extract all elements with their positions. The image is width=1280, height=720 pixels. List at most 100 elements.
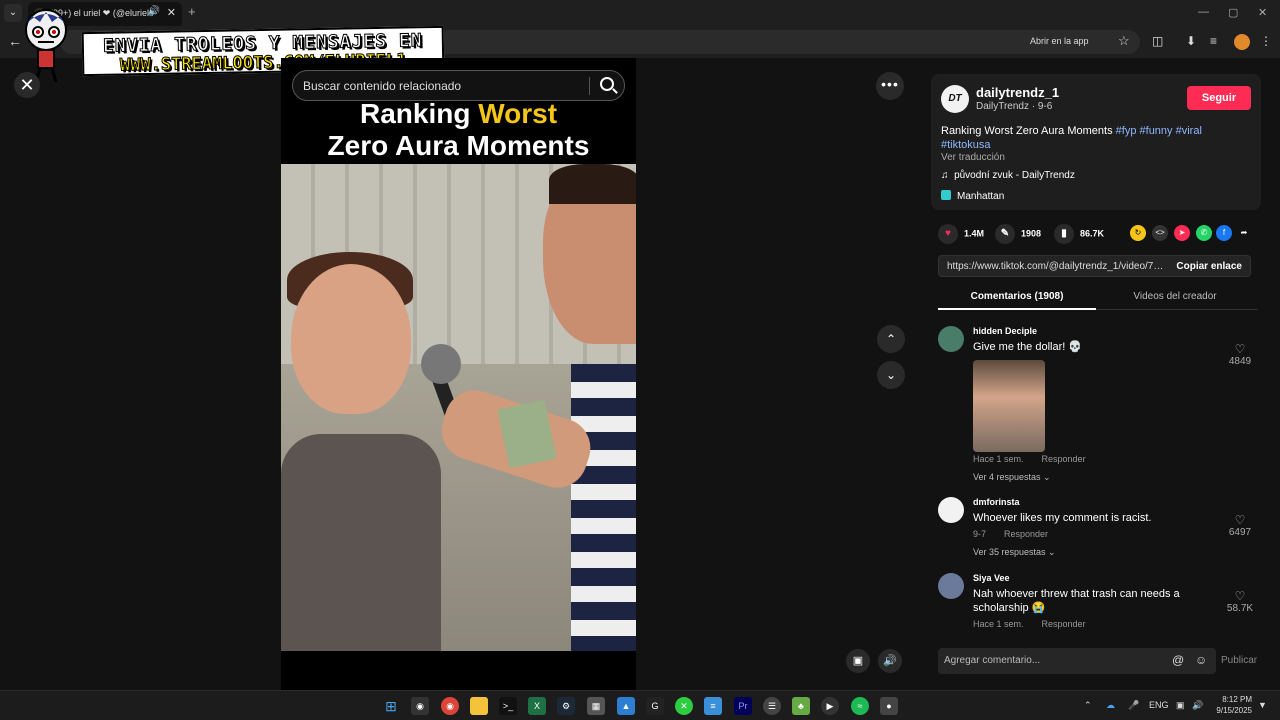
reading-list-icon[interactable]: ≡ bbox=[1210, 34, 1217, 48]
commenter-name[interactable]: Siya Vee bbox=[973, 573, 1010, 583]
obs-icon[interactable]: ● bbox=[880, 697, 898, 715]
reply-button[interactable]: Responder bbox=[1004, 529, 1048, 539]
excel-icon[interactable]: X bbox=[528, 697, 546, 715]
bluetooth-icon[interactable]: ☁ bbox=[1106, 700, 1115, 711]
volume-icon[interactable]: 🔊 bbox=[878, 649, 902, 673]
commenter-name[interactable]: dmforinsta bbox=[973, 497, 1020, 507]
related-search-input[interactable]: Buscar contenido relacionado bbox=[292, 70, 625, 101]
hashtag-tiktokusa[interactable]: #tiktokusa bbox=[941, 139, 991, 151]
reply-button[interactable]: Responder bbox=[1042, 619, 1086, 629]
steam-icon[interactable]: ⚙ bbox=[557, 697, 575, 715]
next-video-button[interactable]: ⌄ bbox=[877, 361, 905, 389]
maximize-button[interactable]: ▢ bbox=[1228, 6, 1238, 19]
chrome-icon[interactable]: ◉ bbox=[441, 697, 459, 715]
copy-link-button[interactable]: Copiar enlace bbox=[1176, 261, 1242, 272]
like-stat[interactable]: ♥ 1.4M bbox=[938, 224, 984, 244]
facebook-icon[interactable]: f bbox=[1216, 225, 1232, 241]
spotify-icon[interactable]: ≈ bbox=[851, 697, 869, 715]
tab-audio-icon[interactable]: 🔊 bbox=[148, 6, 160, 17]
search-divider bbox=[589, 77, 590, 95]
tab-close-icon[interactable]: ✕ bbox=[167, 6, 176, 19]
publish-button[interactable]: Publicar bbox=[1221, 655, 1257, 666]
download-icon[interactable]: ⬇ bbox=[1186, 34, 1196, 48]
hashtag-viral[interactable]: #viral bbox=[1176, 125, 1202, 137]
comment-like[interactable]: ♡ 4849 bbox=[1220, 342, 1260, 367]
photos-icon[interactable]: ▲ bbox=[617, 697, 635, 715]
calculator-icon[interactable]: ▦ bbox=[587, 697, 605, 715]
comment-like[interactable]: ♡ 58.7K bbox=[1220, 589, 1260, 614]
share-link-url[interactable]: https://www.tiktok.com/@dailytrendz_1/vi… bbox=[947, 261, 1167, 272]
view-replies-button[interactable]: Ver 35 respuestas ⌄ bbox=[973, 547, 1056, 558]
notification-icon[interactable]: ▼ bbox=[1258, 700, 1267, 710]
music-row[interactable]: ♫ původní zvuk - DailyTrendz bbox=[941, 170, 1075, 181]
comment-input[interactable]: Agregar comentario... @ ☺ bbox=[938, 648, 1216, 674]
extensions-icon[interactable]: ◫ bbox=[1152, 34, 1163, 48]
reply-button[interactable]: Responder bbox=[1042, 454, 1086, 464]
translate-link[interactable]: Ver traducción bbox=[941, 152, 1005, 163]
pip-icon[interactable]: ▣ bbox=[846, 649, 870, 673]
menu-icon[interactable]: ⋮ bbox=[1260, 34, 1272, 48]
follow-button[interactable]: Seguir bbox=[1187, 86, 1251, 110]
taskbar: ⊞ ◉ ◉ >_ X ⚙ ▦ ▲ G ✕ ≡ Pr ☰ ♣ ▶ ≈ ● ⌃ ☁ … bbox=[0, 690, 1280, 720]
comment-icon[interactable]: ✎ bbox=[995, 224, 1015, 244]
location-row[interactable]: Manhattan bbox=[941, 190, 1004, 202]
location-label: Manhattan bbox=[957, 191, 1005, 202]
game-icon[interactable]: ♣ bbox=[792, 697, 810, 715]
comment-stat[interactable]: ✎ 1908 bbox=[995, 224, 1041, 244]
media-player-icon[interactable]: ▶ bbox=[821, 697, 839, 715]
heart-outline-icon[interactable]: ♡ bbox=[1220, 589, 1260, 603]
commenter-avatar[interactable] bbox=[938, 573, 964, 599]
save-stat[interactable]: ▮ 86.7K bbox=[1054, 224, 1104, 244]
bookmark-icon[interactable]: ▮ bbox=[1054, 224, 1074, 244]
commenter-name[interactable]: hidden Deciple bbox=[973, 326, 1037, 336]
send-icon[interactable]: ➤ bbox=[1174, 225, 1190, 241]
audio-app-icon[interactable]: ☰ bbox=[763, 697, 781, 715]
comment-meta: Hace 1 sem. Responder bbox=[973, 619, 1104, 629]
embed-icon[interactable]: <> bbox=[1152, 225, 1168, 241]
open-in-app-button[interactable]: Abrir en la app bbox=[1030, 36, 1089, 46]
hashtag-funny[interactable]: #funny bbox=[1140, 125, 1173, 137]
close-window-button[interactable]: ✕ bbox=[1258, 6, 1267, 19]
minimize-button[interactable]: — bbox=[1198, 6, 1209, 18]
comment-like[interactable]: ♡ 6497 bbox=[1220, 513, 1260, 538]
hashtag-fyp[interactable]: #fyp bbox=[1116, 125, 1137, 137]
folder-icon[interactable] bbox=[470, 697, 488, 715]
share-arrow-icon[interactable]: ➦ bbox=[1236, 225, 1252, 241]
premiere-icon[interactable]: Pr bbox=[734, 697, 752, 715]
search-icon[interactable] bbox=[600, 77, 614, 91]
microphone-icon[interactable]: 🎤 bbox=[1128, 700, 1139, 711]
xbox-icon[interactable]: ✕ bbox=[675, 697, 693, 715]
commenter-avatar[interactable] bbox=[938, 326, 964, 352]
close-viewer-button[interactable]: ✕ bbox=[14, 72, 40, 98]
more-options-button[interactable]: ••• bbox=[876, 72, 904, 100]
previous-video-button[interactable]: ⌃ bbox=[877, 325, 905, 353]
repost-icon[interactable]: ↻ bbox=[1130, 225, 1146, 241]
view-replies-button[interactable]: Ver 4 respuestas ⌄ bbox=[973, 472, 1051, 483]
tab-comments[interactable]: Comentarios (1908) bbox=[938, 291, 1096, 310]
network-icon[interactable]: ▣ bbox=[1176, 700, 1185, 711]
tray-chevron-icon[interactable]: ⌃ bbox=[1084, 700, 1092, 711]
bookmark-star-icon[interactable]: ☆ bbox=[1118, 33, 1130, 49]
profile-avatar[interactable] bbox=[1234, 34, 1250, 50]
video-player[interactable]: Buscar contenido relacionado Ranking Wor… bbox=[281, 58, 636, 690]
notepad-icon[interactable]: ≡ bbox=[704, 697, 722, 715]
terminal-icon[interactable]: >_ bbox=[499, 697, 517, 715]
heart-outline-icon[interactable]: ♡ bbox=[1220, 513, 1260, 527]
mention-icon[interactable]: @ bbox=[1172, 653, 1184, 667]
capcut-icon[interactable]: G bbox=[646, 697, 664, 715]
emoji-icon[interactable]: ☺ bbox=[1195, 653, 1207, 667]
language-indicator[interactable]: ENG bbox=[1149, 700, 1169, 710]
creator-avatar[interactable]: DT bbox=[941, 85, 969, 113]
creator-username[interactable]: dailytrendz_1 bbox=[976, 85, 1059, 100]
heart-icon[interactable]: ♥ bbox=[938, 224, 958, 244]
app-icon[interactable]: ◉ bbox=[411, 697, 429, 715]
heart-outline-icon[interactable]: ♡ bbox=[1220, 342, 1260, 356]
commenter-avatar[interactable] bbox=[938, 497, 964, 523]
whatsapp-icon[interactable]: ✆ bbox=[1196, 225, 1212, 241]
clock[interactable]: 8:12 PM 9/15/2025 bbox=[1210, 694, 1252, 716]
speaker-icon[interactable]: 🔊 bbox=[1192, 700, 1203, 711]
new-tab-button[interactable]: + bbox=[188, 4, 196, 19]
tab-creator-videos[interactable]: Videos del creador bbox=[1096, 291, 1254, 302]
start-icon[interactable]: ⊞ bbox=[382, 697, 400, 715]
comment-image[interactable] bbox=[973, 360, 1045, 452]
